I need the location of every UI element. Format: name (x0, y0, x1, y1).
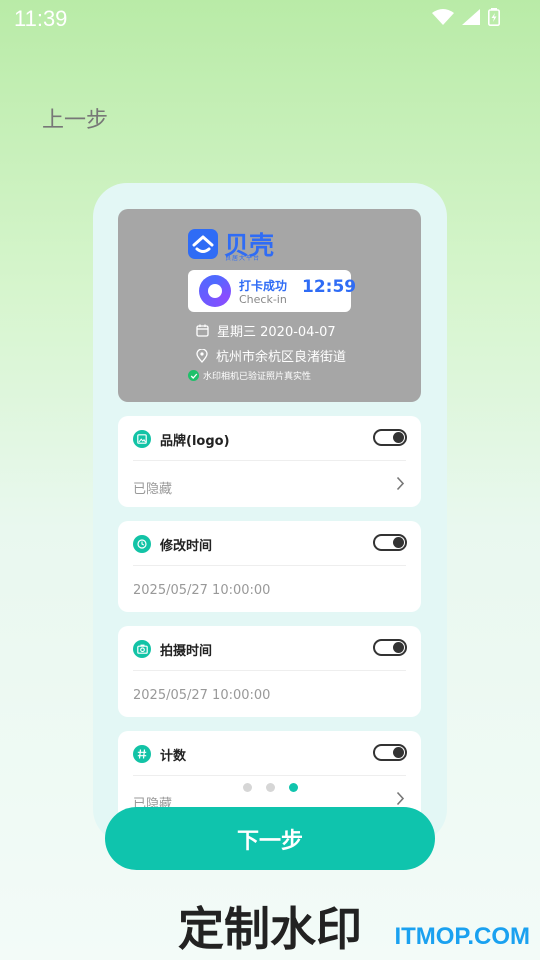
chevron-right-icon[interactable] (396, 476, 405, 491)
chevron-right-icon[interactable] (396, 791, 405, 806)
image-icon (133, 430, 151, 448)
page-dot[interactable] (266, 783, 275, 792)
setting-card-brand: 品牌(logo) 已隐藏 (118, 416, 421, 507)
capture-time-toggle[interactable] (373, 639, 407, 656)
next-button[interactable]: 下一步 (105, 807, 435, 870)
verified-check-icon (188, 370, 199, 381)
card-value[interactable]: 2025/05/27 10:00:00 (133, 688, 270, 703)
punch-title: 打卡成功 (239, 279, 288, 293)
location-pin-icon (196, 348, 208, 363)
card-title: 品牌(logo) (160, 434, 230, 449)
page-indicator (243, 783, 298, 792)
verify-row: 水印相机已验证照片真实性 (188, 369, 311, 382)
page-dot-active[interactable] (289, 783, 298, 792)
punch-card: 打卡成功 Check-in 12:59 (188, 270, 356, 312)
count-toggle[interactable] (373, 744, 407, 761)
divider (133, 670, 406, 671)
wifi-icon (432, 9, 454, 25)
house-icon (192, 235, 214, 253)
camera-icon (133, 640, 151, 658)
hash-icon (133, 745, 151, 763)
setting-card-modify-time: 修改时间 2025/05/27 10:00:00 (118, 521, 421, 612)
punch-subtitle: Check-in (239, 293, 287, 306)
divider (133, 775, 406, 776)
date-text: 星期三 2020-04-07 (217, 325, 336, 340)
watermark-preview: 贝壳 良居大平台 打卡成功 Check-in 12:59 星期三 2020-04… (118, 209, 421, 402)
divider (133, 460, 406, 461)
signal-icon (462, 9, 480, 25)
back-link[interactable]: 上一步 (42, 102, 108, 134)
brand-logo (188, 229, 218, 259)
status-time: 11:39 (14, 6, 68, 31)
calendar-icon (196, 324, 209, 337)
setting-card-capture-time: 拍摄时间 2025/05/27 10:00:00 (118, 626, 421, 717)
phone-mockup: 贝壳 良居大平台 打卡成功 Check-in 12:59 星期三 2020-04… (93, 183, 447, 843)
date-row: 星期三 2020-04-07 (196, 321, 336, 340)
card-title: 计数 (160, 749, 187, 764)
punch-time: 12:59 (302, 277, 357, 297)
card-title: 修改时间 (160, 539, 213, 554)
site-watermark: ITMOP.COM (394, 923, 530, 950)
brand-subtitle: 良居大平台 (225, 255, 261, 262)
modify-time-toggle[interactable] (373, 534, 407, 551)
divider (133, 565, 406, 566)
card-value: 已隐藏 (133, 482, 173, 497)
clock-icon (133, 535, 151, 553)
brand-toggle[interactable] (373, 429, 407, 446)
location-text: 杭州市余杭区良渚街道 (216, 350, 347, 365)
location-row: 杭州市余杭区良渚街道 (196, 346, 346, 365)
punch-ring-icon (199, 275, 231, 307)
card-value[interactable]: 2025/05/27 10:00:00 (133, 583, 270, 598)
status-icons (432, 8, 500, 26)
battery-icon (488, 8, 500, 26)
page-dot[interactable] (243, 783, 252, 792)
status-bar: 11:39 (0, 0, 540, 38)
verify-text: 水印相机已验证照片真实性 (203, 372, 312, 382)
card-title: 拍摄时间 (160, 644, 213, 659)
